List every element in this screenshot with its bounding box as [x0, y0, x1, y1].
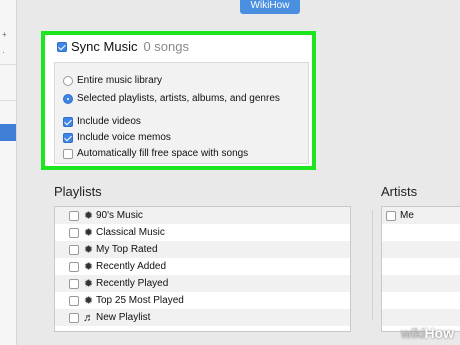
option-include-voice-memos[interactable]: Include voice memos: [63, 132, 171, 143]
playlist-label: Recently Played: [96, 278, 169, 289]
playlist-checkbox[interactable]: [69, 261, 79, 272]
playlist-row[interactable]: ✹ Classical Music: [55, 224, 350, 241]
selected-items-radio[interactable]: [63, 93, 73, 104]
sync-music-panel: Sync Music 0 songs Entire music library …: [41, 31, 316, 170]
playlist-checkbox[interactable]: [69, 278, 79, 289]
option-label: Automatically fill free space with songs: [77, 148, 249, 159]
watermark-wiki: wiki: [401, 325, 425, 341]
watermark-how: How: [424, 325, 454, 341]
playlist-label: Classical Music: [96, 227, 165, 238]
option-label: Selected playlists, artists, albums, and…: [77, 93, 280, 104]
artists-list: Me: [381, 206, 460, 332]
artist-row-empty: [382, 258, 460, 275]
wikihow-watermark: wikiHow: [401, 325, 454, 341]
playlist-label: My Top Rated: [96, 244, 158, 255]
option-autofill[interactable]: Automatically fill free space with songs: [63, 148, 248, 159]
column-divider: [372, 210, 373, 320]
sidebar-divider: [0, 64, 16, 65]
playlist-checkbox[interactable]: [69, 210, 79, 221]
option-label: Include voice memos: [77, 132, 171, 143]
playlist-label: 90's Music: [96, 210, 143, 221]
sidebar: + ·: [0, 0, 17, 345]
artist-row[interactable]: Me: [382, 207, 460, 224]
gear-icon: ✹: [83, 261, 94, 273]
artist-row-empty: [382, 309, 460, 326]
gear-icon: ✹: [83, 244, 94, 256]
playlist-row[interactable]: ✹ 90's Music: [55, 207, 350, 224]
wikihow-button[interactable]: WikiHow: [240, 0, 300, 14]
autofill-checkbox[interactable]: [63, 148, 73, 159]
playlist-icon: ♬: [83, 311, 94, 324]
sidebar-glyph: ·: [2, 48, 5, 57]
playlist-label: New Playlist: [96, 312, 151, 323]
playlist-row[interactable]: ✹ Recently Played: [55, 275, 350, 292]
artist-row-empty: [382, 275, 460, 292]
gear-icon: ✹: [83, 295, 94, 307]
sync-music-checkbox[interactable]: [57, 41, 67, 52]
artist-row-empty: [382, 224, 460, 241]
playlist-row[interactable]: ✹ Top 25 Most Played: [55, 292, 350, 309]
option-label: Include videos: [77, 116, 141, 127]
playlist-row[interactable]: ✹ Recently Added: [55, 258, 350, 275]
include-videos-checkbox[interactable]: [63, 116, 73, 127]
option-entire-library[interactable]: Entire music library: [63, 75, 162, 86]
sidebar-divider: [0, 100, 16, 101]
sync-music-header: Sync Music 0 songs: [57, 39, 189, 54]
playlists-list: ✹ 90's Music ✹ Classical Music ✹ My Top …: [54, 206, 351, 332]
artist-checkbox[interactable]: [386, 210, 396, 221]
playlist-checkbox[interactable]: [69, 312, 79, 323]
option-label: Entire music library: [77, 75, 163, 86]
playlist-label: Top 25 Most Played: [96, 295, 184, 306]
artist-label: Me: [400, 210, 414, 221]
gear-icon: ✹: [83, 210, 94, 222]
sidebar-glyph: +: [2, 30, 7, 39]
entire-library-radio[interactable]: [63, 75, 73, 86]
playlist-row[interactable]: ♬ New Playlist: [55, 309, 350, 326]
artist-row-empty: [382, 241, 460, 258]
playlists-title: Playlists: [54, 184, 102, 199]
gear-icon: ✹: [83, 278, 94, 290]
include-voice-memos-checkbox[interactable]: [63, 132, 73, 143]
sync-music-label: Sync Music: [71, 39, 138, 54]
option-selected-items[interactable]: Selected playlists, artists, albums, and…: [63, 93, 280, 104]
playlist-row[interactable]: ✹ My Top Rated: [55, 241, 350, 258]
option-include-videos[interactable]: Include videos: [63, 116, 141, 127]
playlist-checkbox[interactable]: [69, 295, 79, 306]
gear-icon: ✹: [83, 227, 94, 239]
playlist-label: Recently Added: [96, 261, 167, 272]
playlist-checkbox[interactable]: [69, 227, 79, 238]
playlist-checkbox[interactable]: [69, 244, 79, 255]
song-count: 0 songs: [143, 39, 190, 54]
sidebar-item-selected[interactable]: [0, 124, 16, 141]
artists-title: Artists: [381, 184, 418, 199]
artist-row-empty: [382, 292, 460, 309]
